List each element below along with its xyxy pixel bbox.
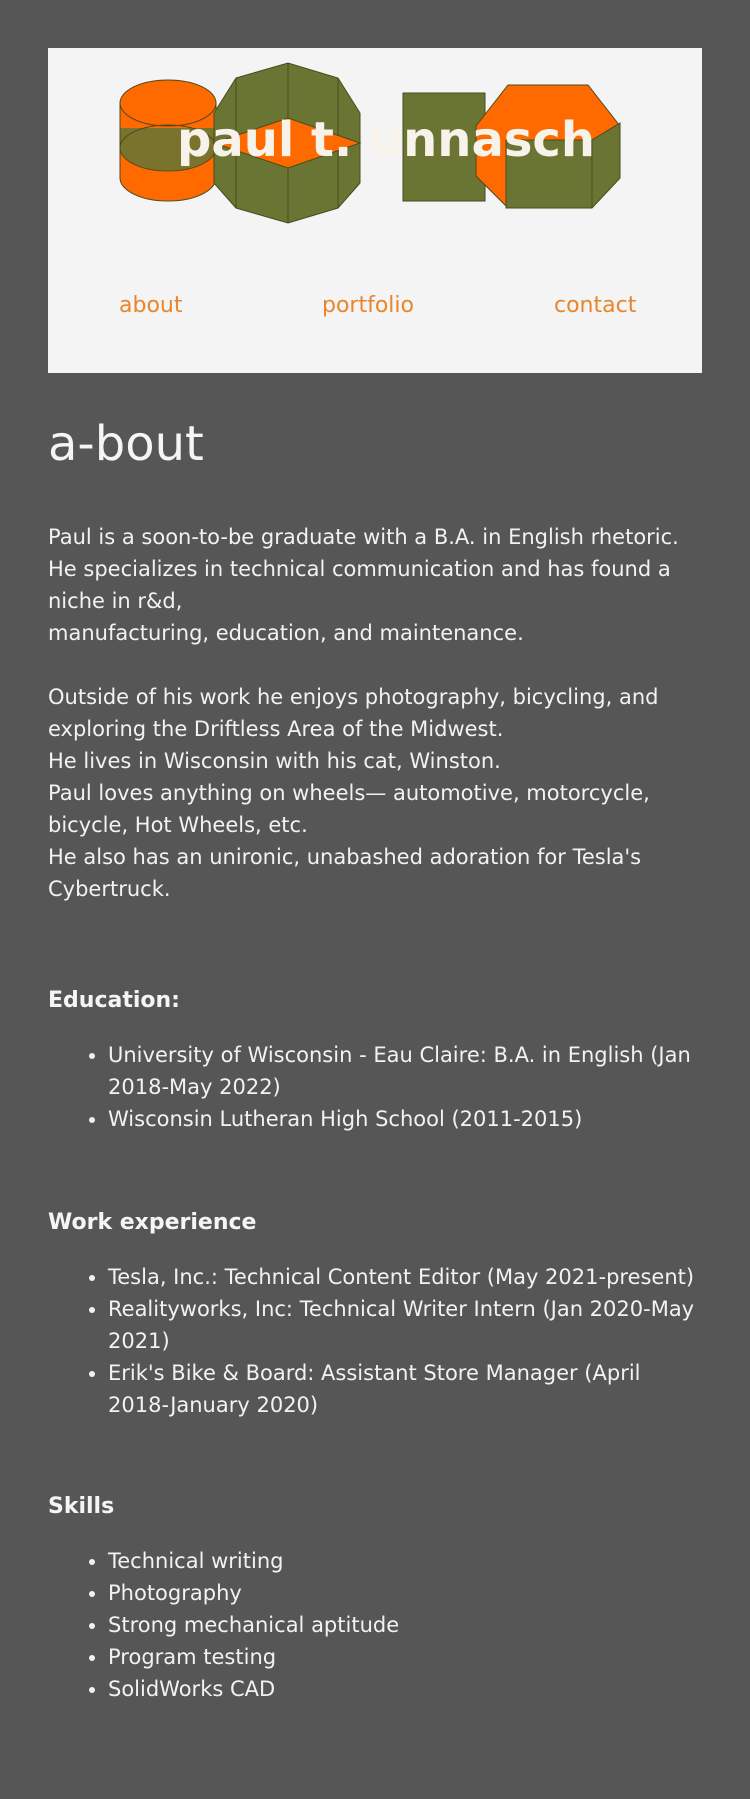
intro-line: Paul is a soon-to-be graduate with a B.A…: [48, 525, 679, 549]
work-heading: Work experience: [48, 1210, 257, 1235]
intro-line: He specializes in technical communicatio…: [48, 557, 671, 613]
list-item: SolidWorks CAD: [108, 1673, 708, 1705]
personal-paragraph: Outside of his work he enjoys photograph…: [48, 681, 708, 905]
list-item: Strong mechanical aptitude: [108, 1609, 708, 1641]
list-item: Wisconsin Lutheran High School (2011-201…: [108, 1103, 708, 1135]
personal-line: Paul loves anything on wheels— automotiv…: [48, 781, 650, 837]
main-content: a-bout Paul is a soon-to-be graduate wit…: [48, 395, 708, 1705]
personal-line: He also has an unironic, unabashed adora…: [48, 845, 642, 901]
logo-graphic: paul t. unnasch: [119, 62, 621, 224]
skills-list: Technical writing Photography Strong mec…: [48, 1545, 708, 1705]
list-item: Photography: [108, 1577, 708, 1609]
list-item: Program testing: [108, 1641, 708, 1673]
personal-line: He lives in Wisconsin with his cat, Wins…: [48, 749, 501, 773]
intro-line: manufacturing, education, and maintenanc…: [48, 621, 524, 645]
education-heading: Education:: [48, 988, 180, 1013]
list-item: Tesla, Inc.: Technical Content Editor (M…: [108, 1261, 708, 1293]
list-item: Technical writing: [108, 1545, 708, 1577]
list-item: Erik's Bike & Board: Assistant Store Man…: [108, 1357, 708, 1421]
page-title: a-bout: [48, 416, 204, 472]
personal-line: Outside of his work he enjoys photograph…: [48, 685, 659, 741]
education-list: University of Wisconsin - Eau Claire: B.…: [48, 1039, 708, 1135]
work-list: Tesla, Inc.: Technical Content Editor (M…: [48, 1261, 708, 1421]
svg-text:paul t. unnasch: paul t. unnasch: [177, 112, 595, 168]
list-item: Realityworks, Inc: Technical Writer Inte…: [108, 1293, 708, 1357]
nav-link-contact[interactable]: contact: [554, 293, 636, 318]
intro-paragraph: Paul is a soon-to-be graduate with a B.A…: [48, 521, 708, 649]
skills-heading: Skills: [48, 1494, 115, 1519]
site-logo[interactable]: paul t. unnasch: [48, 48, 702, 278]
nav-link-portfolio[interactable]: portfolio: [322, 293, 414, 318]
header: paul t. unnasch about portfolio contact: [48, 48, 702, 373]
nav-link-about[interactable]: about: [119, 293, 182, 318]
list-item: University of Wisconsin - Eau Claire: B.…: [108, 1039, 708, 1103]
